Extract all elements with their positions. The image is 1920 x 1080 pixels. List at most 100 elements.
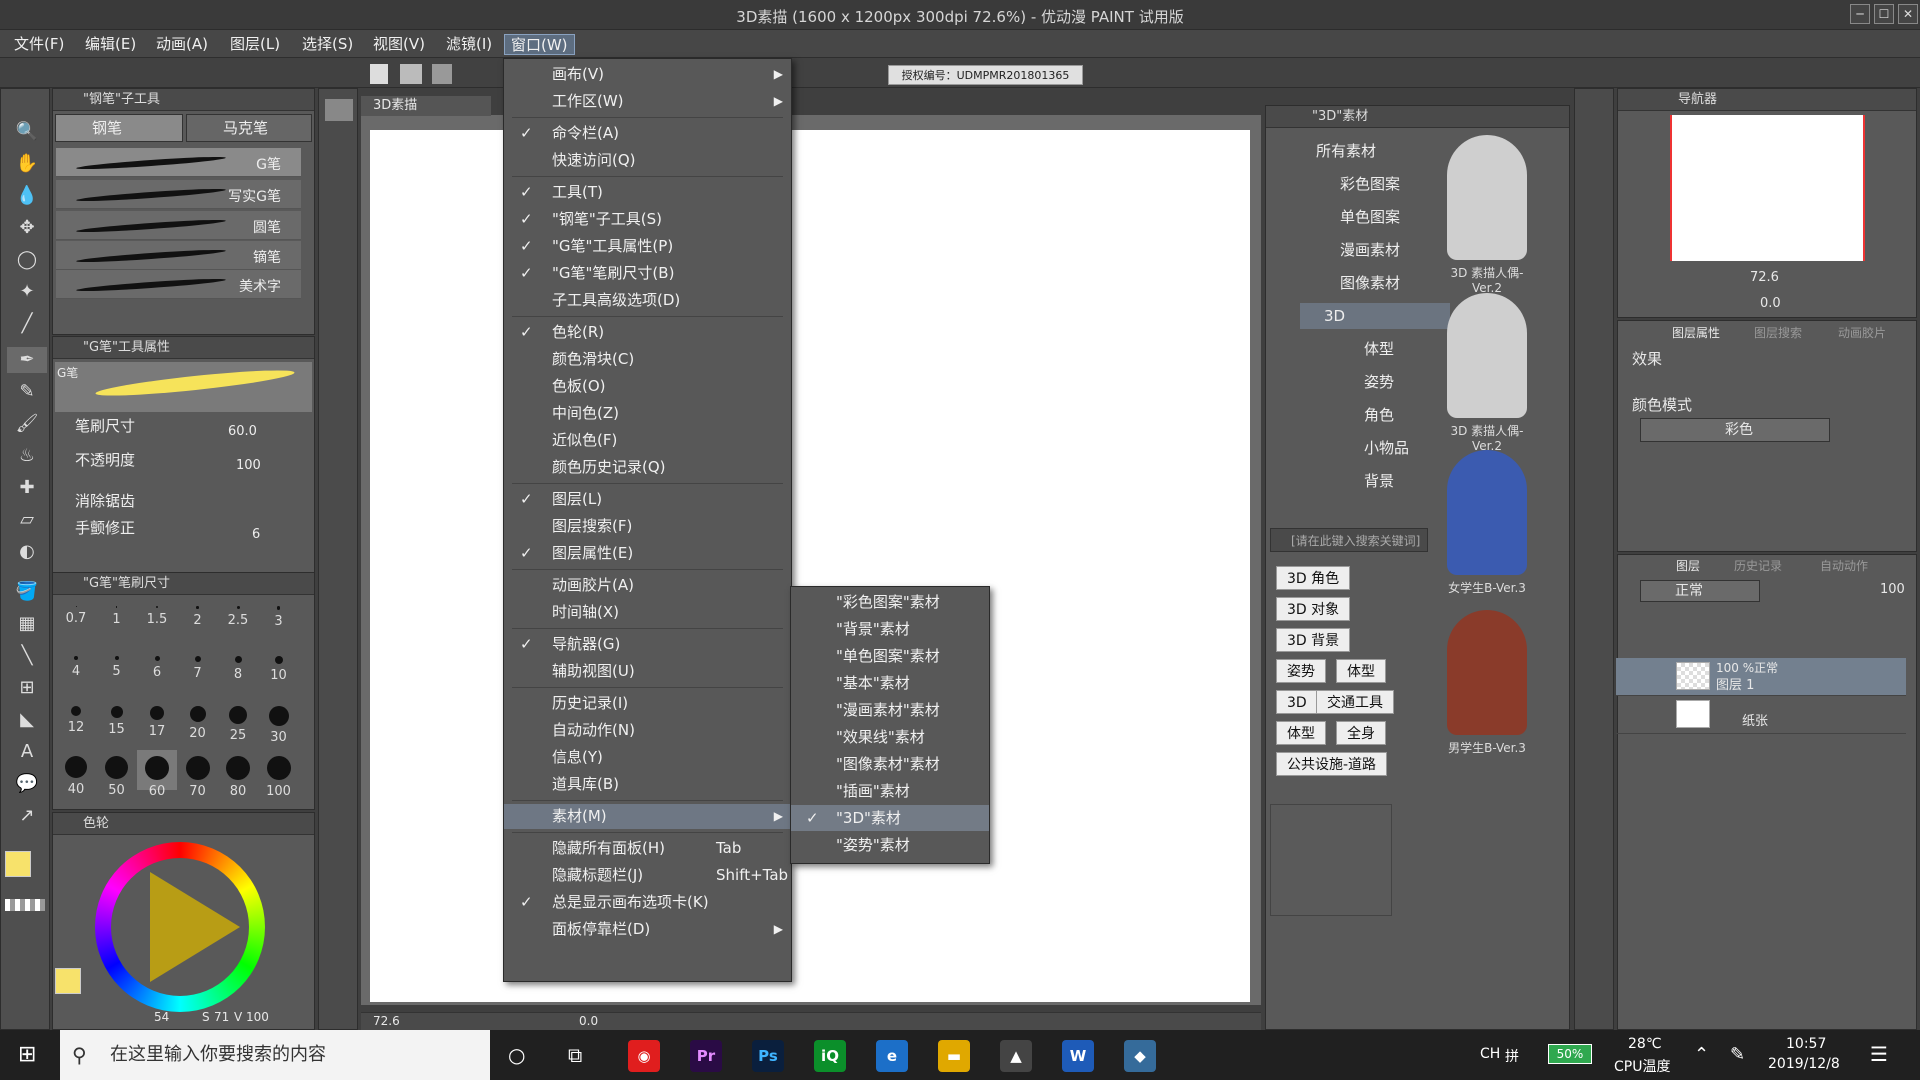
brush-size-cell[interactable]: 6 <box>137 650 177 690</box>
window-menu-item-0[interactable]: 画布(V) ▶ <box>504 62 791 87</box>
window-menu-item-9[interactable]: 色轮(R) ✓ <box>504 320 791 345</box>
menu-view[interactable]: 视图(V) <box>367 34 431 55</box>
battery-indicator[interactable]: 50% <box>1548 1044 1592 1064</box>
brush-size-cell[interactable]: 30 <box>259 700 299 745</box>
navigator-rotate[interactable]: 0.0 <box>1760 296 1781 311</box>
canvas-rotate[interactable]: 0.0 <box>579 1014 598 1028</box>
material-tag-button[interactable]: 姿势 <box>1276 659 1326 683</box>
tab-layers[interactable]: 图层 <box>1676 557 1700 574</box>
color-main-swatch[interactable] <box>55 968 81 994</box>
layer-row-paper[interactable]: 纸张 <box>1616 696 1906 734</box>
menu-file[interactable]: 文件(F) <box>8 34 70 55</box>
window-menu-item-3[interactable]: 快速访问(Q) <box>504 148 791 173</box>
tab-layer-search[interactable]: 图层搜索 <box>1754 324 1802 341</box>
transparent-color-swatch[interactable] <box>5 899 45 911</box>
start-icon[interactable]: ⊞ <box>18 1043 42 1067</box>
canvas-zoom[interactable]: 72.6 <box>373 1014 400 1028</box>
window-menu-item-26[interactable]: 素材(M) ▶ <box>504 804 791 829</box>
open-file-icon[interactable] <box>400 64 422 84</box>
correct-line-icon[interactable]: ↗ <box>7 803 47 829</box>
window-menu-item-24[interactable]: 信息(Y) <box>504 745 791 770</box>
menu-filter[interactable]: 滤镜(I) <box>440 34 498 55</box>
main-color-swatch[interactable] <box>5 851 31 877</box>
taskbar-app-4-icon[interactable]: e <box>876 1040 908 1072</box>
material-tree-item[interactable]: 漫画素材 <box>1316 237 1450 263</box>
layer-opacity[interactable]: 100 <box>1880 582 1905 597</box>
pencil-icon[interactable]: ✎ <box>7 379 47 405</box>
window-menu-item-14[interactable]: 颜色历史记录(Q) <box>504 455 791 480</box>
window-menu-item-27[interactable]: 隐藏所有面板(H) Tab <box>504 836 791 861</box>
taskbar-app-2-icon[interactable]: Ps <box>752 1040 784 1072</box>
window-menu-item-6[interactable]: "G笔"工具属性(P) ✓ <box>504 234 791 259</box>
taskbar-app-1-icon[interactable]: Pr <box>690 1040 722 1072</box>
maximize-button[interactable]: ☐ <box>1874 4 1894 24</box>
material-submenu-item-2[interactable]: "单色图案"素材 <box>791 643 989 669</box>
brush-size-cell[interactable]: 15 <box>97 700 137 740</box>
window-menu-item-13[interactable]: 近似色(F) <box>504 428 791 453</box>
brush-icon[interactable]: 🖌 <box>7 411 47 437</box>
material-tag-button[interactable]: 体型 <box>1336 659 1386 683</box>
window-menu-item-20[interactable]: 导航器(G) ✓ <box>504 632 791 657</box>
brush-size-cell[interactable]: 17 <box>137 700 177 740</box>
window-menu-item-23[interactable]: 自动动作(N) <box>504 718 791 743</box>
material-submenu-item-3[interactable]: "基本"素材 <box>791 670 989 696</box>
material-tag-button[interactable]: 3D 背景 <box>1276 628 1351 652</box>
material-submenu-item-1[interactable]: "背景"素材 <box>791 616 989 642</box>
ime-indicator[interactable]: CH <box>1480 1046 1500 1062</box>
material-tree-item[interactable]: 所有素材 <box>1292 138 1450 164</box>
material-tag-button[interactable]: 体型 <box>1276 721 1326 745</box>
window-menu-item-29[interactable]: 总是显示画布选项卡(K) ✓ <box>504 890 791 915</box>
window-menu-item-28[interactable]: 隐藏标题栏(J) Shift+Tab <box>504 863 791 888</box>
material-submenu-item-6[interactable]: "图像素材"素材 <box>791 751 989 777</box>
material-tag-button[interactable]: 公共设施-道路 <box>1276 752 1388 776</box>
material-tree-item[interactable]: 角色 <box>1340 402 1450 428</box>
material-submenu-item-4[interactable]: "漫画素材"素材 <box>791 697 989 723</box>
material-thumb[interactable]: 女学生B-Ver.3 <box>1437 450 1537 600</box>
brush-real-g-pen[interactable]: 写实G笔 <box>56 180 301 209</box>
brush-size-cell[interactable]: 100 <box>259 750 299 799</box>
material-thumb[interactable]: 男学生B-Ver.3 <box>1437 610 1537 760</box>
taskbar-app-5-icon[interactable]: ▬ <box>938 1040 970 1072</box>
brush-size-cell[interactable]: 10 <box>259 650 299 690</box>
window-menu-item-8[interactable]: 子工具高级选项(D) <box>504 288 791 313</box>
material-tag-button[interactable]: 交通工具 <box>1316 690 1394 714</box>
window-menu-item-25[interactable]: 道具库(B) <box>504 772 791 797</box>
material-tree-item[interactable]: 单色图案 <box>1316 204 1450 230</box>
sv-triangle[interactable] <box>150 872 240 982</box>
menu-window[interactable]: 窗口(W) <box>504 34 575 55</box>
text-icon[interactable]: A <box>7 739 47 765</box>
pen-tray-icon[interactable]: ✎ <box>1730 1044 1745 1065</box>
blend-mode-select[interactable]: 正常 <box>1640 580 1760 602</box>
task-view-icon[interactable]: ⧉ <box>568 1043 582 1067</box>
brush-size-cell[interactable]: 0.7 <box>56 600 96 640</box>
dropper-icon[interactable]: 💧 <box>7 183 47 209</box>
canvas-tab[interactable]: 3D素描 <box>361 96 491 116</box>
subtool-tab-pen[interactable]: 钢笔 <box>55 114 183 142</box>
material-tree-item[interactable]: 姿势 <box>1340 369 1450 395</box>
taskbar-app-0-icon[interactable]: ◉ <box>628 1040 660 1072</box>
material-tree-item[interactable]: 图像素材 <box>1316 270 1450 296</box>
brush-round-pen[interactable]: 圆笔 <box>56 211 301 240</box>
pen-icon[interactable]: ✒ <box>7 347 47 373</box>
magic-wand-icon[interactable]: ✦ <box>7 279 47 305</box>
navigator-zoom[interactable]: 72.6 <box>1750 270 1779 285</box>
clock-date[interactable]: 2019/12/8 <box>1768 1056 1840 1072</box>
subtool-tab-marker[interactable]: 马克笔 <box>186 114 312 142</box>
brush-size-cell[interactable]: 60 <box>137 750 177 799</box>
window-menu-item-17[interactable]: 图层属性(E) ✓ <box>504 541 791 566</box>
tab-auto-action[interactable]: 自动动作 <box>1820 557 1868 574</box>
brush-mapping-pen[interactable]: 镝笔 <box>56 241 301 270</box>
brush-size-cell[interactable]: 2 <box>178 600 218 640</box>
clock-time[interactable]: 10:57 <box>1786 1036 1826 1052</box>
brush-size-cell[interactable]: 80 <box>218 750 258 799</box>
window-menu-item-11[interactable]: 色板(O) <box>504 374 791 399</box>
material-tag-button[interactable]: 3D 角色 <box>1276 566 1351 590</box>
color-mode-select[interactable]: 彩色 <box>1640 418 1830 442</box>
material-thumb[interactable]: 3D 素描人偶-Ver.2 <box>1437 293 1537 453</box>
notification-icon[interactable]: ☰ <box>1870 1042 1888 1066</box>
brush-size-cell[interactable]: 40 <box>56 750 96 797</box>
eraser-icon[interactable]: ▱ <box>7 507 47 533</box>
blend-icon[interactable]: ◐ <box>7 539 47 565</box>
lasso-icon[interactable]: ◯ <box>7 247 47 273</box>
material-search-input[interactable]: [请在此键入搜索关键词] <box>1270 528 1428 552</box>
